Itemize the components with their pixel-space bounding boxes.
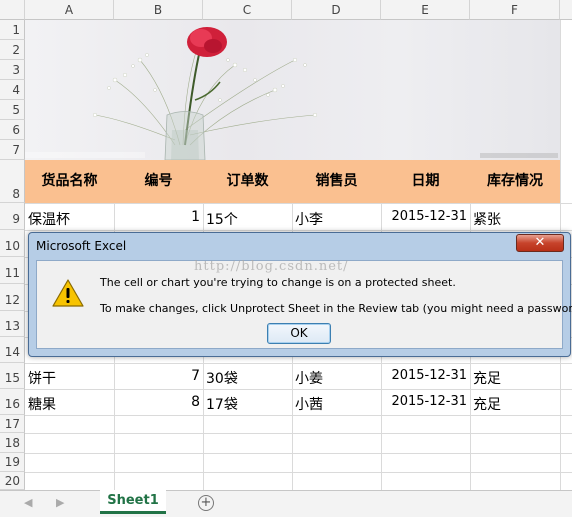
gridline xyxy=(25,203,572,204)
cell-b16[interactable]: 8 xyxy=(114,394,200,410)
row-header-12[interactable]: 12 xyxy=(0,284,25,311)
column-header-d[interactable]: D xyxy=(292,0,381,20)
add-sheet-icon[interactable]: + xyxy=(198,495,214,511)
header-cell-salesperson[interactable]: 销售员 xyxy=(292,160,381,203)
cell-e16[interactable]: 2015-12-31 xyxy=(381,394,467,409)
row-header-15[interactable]: 15 xyxy=(0,363,25,389)
gridline xyxy=(25,472,572,473)
header-cell-order-count[interactable]: 订单数 xyxy=(203,160,292,203)
cell-b15[interactable]: 7 xyxy=(114,368,200,384)
ok-button[interactable]: OK xyxy=(267,323,331,344)
row-header-11[interactable]: 11 xyxy=(0,257,25,284)
column-header-e[interactable]: E xyxy=(381,0,470,20)
cell-a16[interactable]: 糖果 xyxy=(28,394,56,414)
row-header-4[interactable]: 4 xyxy=(0,80,25,100)
cell-f16[interactable]: 充足 xyxy=(473,394,501,414)
next-sheet-icon[interactable]: ▶ xyxy=(56,496,64,509)
row-header-7[interactable]: 7 xyxy=(0,140,25,160)
gridline xyxy=(25,363,572,364)
cell-b9[interactable]: 1 xyxy=(114,209,200,225)
row-header-16[interactable]: 16 xyxy=(0,389,25,415)
cell-e9[interactable]: 2015-12-31 xyxy=(381,209,467,224)
column-header-g[interactable] xyxy=(560,0,572,20)
cell-d15[interactable]: 小姜 xyxy=(295,368,323,388)
dialog-title: Microsoft Excel xyxy=(36,239,127,253)
close-button[interactable]: ✕ xyxy=(516,234,564,252)
row-header-9[interactable]: 9 xyxy=(0,203,25,230)
gridline xyxy=(25,415,572,416)
row-header-8[interactable]: 8 xyxy=(0,160,25,203)
dialog-message-line1: The cell or chart you're trying to chang… xyxy=(100,276,456,289)
cell-a15[interactable]: 饼干 xyxy=(28,368,56,388)
cell-c15[interactable]: 30袋 xyxy=(206,368,238,388)
dialog-message-line2: To make changes, click Unprotect Sheet i… xyxy=(100,302,572,315)
close-icon: ✕ xyxy=(534,235,546,250)
flower-picture[interactable] xyxy=(25,20,560,160)
select-all-corner[interactable] xyxy=(0,0,25,20)
cell-a9[interactable]: 保温杯 xyxy=(28,209,70,229)
header-cell-goods-name[interactable]: 货品名称 xyxy=(25,160,114,203)
row-header-3[interactable]: 3 xyxy=(0,60,25,80)
row-header-18[interactable]: 18 xyxy=(0,433,25,453)
watermark-text: http://blog.csdn.net/ xyxy=(194,259,349,274)
column-header-c[interactable]: C xyxy=(203,0,292,20)
column-header-a[interactable]: A xyxy=(25,0,114,20)
header-cell-stock-status[interactable]: 库存情况 xyxy=(470,160,560,203)
cell-f9[interactable]: 紧张 xyxy=(473,209,501,229)
header-cell-date[interactable]: 日期 xyxy=(381,160,470,203)
cell-d16[interactable]: 小茜 xyxy=(295,394,323,414)
row-header-20[interactable]: 20 xyxy=(0,472,25,490)
prev-sheet-icon[interactable]: ◀ xyxy=(24,496,32,509)
warning-icon xyxy=(52,279,84,307)
cell-e15[interactable]: 2015-12-31 xyxy=(381,368,467,383)
sheet-tab-sheet1[interactable]: Sheet1 xyxy=(100,490,166,514)
row-header-17[interactable]: 17 xyxy=(0,415,25,433)
cell-c16[interactable]: 17袋 xyxy=(206,394,238,414)
cell-f15[interactable]: 充足 xyxy=(473,368,501,388)
row-header-14[interactable]: 14 xyxy=(0,337,25,363)
cell-c9[interactable]: 15个 xyxy=(206,209,238,229)
row-header-5[interactable]: 5 xyxy=(0,100,25,120)
row-header-2[interactable]: 2 xyxy=(0,40,25,60)
column-header-f[interactable]: F xyxy=(470,0,560,20)
dialog-title-bar[interactable]: Microsoft Excel ✕ xyxy=(29,233,570,259)
row-header-6[interactable]: 6 xyxy=(0,120,25,140)
row-header-10[interactable]: 10 xyxy=(0,230,25,257)
gridline xyxy=(25,230,572,231)
gridline xyxy=(25,453,572,454)
row-header-13[interactable]: 13 xyxy=(0,311,25,337)
gridline xyxy=(25,433,572,434)
gridline xyxy=(25,389,572,390)
row-header-1[interactable]: 1 xyxy=(0,20,25,40)
header-cell-number[interactable]: 编号 xyxy=(114,160,203,203)
sheet-tab-bar: ◀ ▶ Sheet1 + xyxy=(0,490,572,517)
protected-sheet-dialog: Microsoft Excel ✕ The cell or chart you'… xyxy=(28,232,572,357)
row-header-19[interactable]: 19 xyxy=(0,453,25,472)
cell-d9[interactable]: 小李 xyxy=(295,209,323,229)
column-header-b[interactable]: B xyxy=(114,0,203,20)
